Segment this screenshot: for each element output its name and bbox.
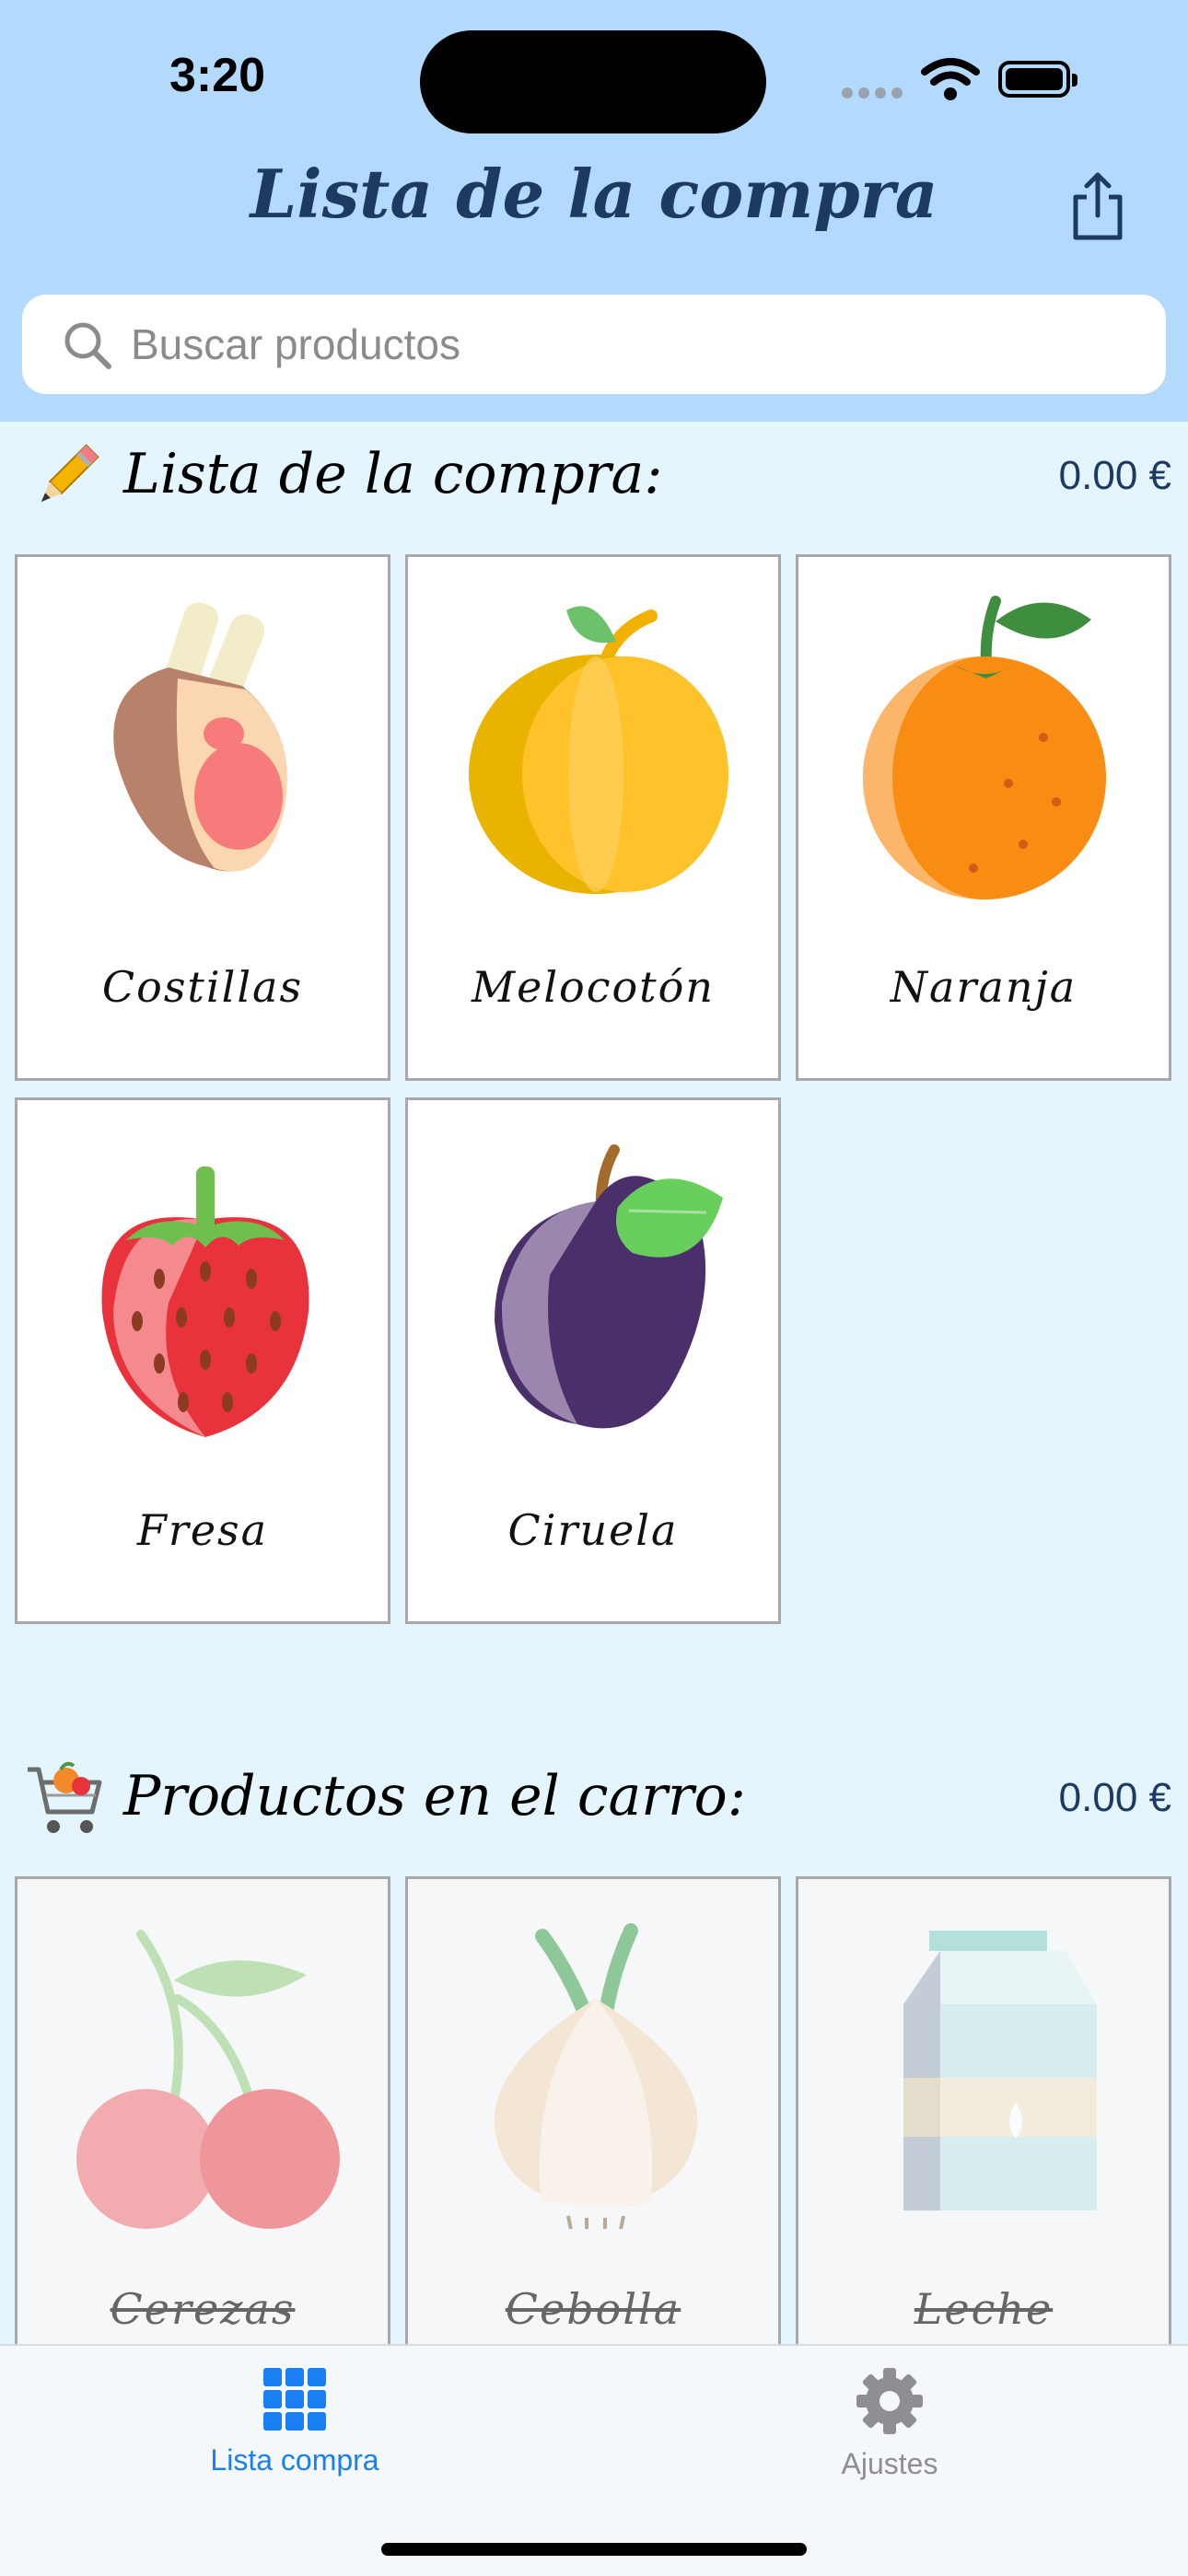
home-indicator bbox=[381, 2543, 807, 2556]
onion-icon bbox=[494, 1923, 698, 2229]
battery-icon bbox=[998, 61, 1077, 98]
cart-product-card[interactable]: Cebolla bbox=[405, 1876, 781, 2403]
product-card[interactable]: Ciruela bbox=[405, 1097, 781, 1624]
peach-icon bbox=[469, 606, 728, 894]
strawberry-icon bbox=[101, 1166, 309, 1437]
cart-total: 0.00 € bbox=[1058, 1775, 1171, 1820]
cart-icon bbox=[28, 1761, 102, 1833]
product-label: Cerezas bbox=[110, 2284, 296, 2334]
product-label: Ciruela bbox=[507, 1505, 679, 1555]
pencil-icon bbox=[41, 444, 99, 503]
shopping-list-header: Lista de la compra: 0.00 € bbox=[0, 429, 1188, 521]
cart-product-card[interactable]: Leche bbox=[796, 1876, 1171, 2403]
tab-bar: Lista compra Ajustes bbox=[0, 2344, 1188, 2576]
product-card[interactable]: Costillas bbox=[15, 554, 390, 1081]
product-label: Costillas bbox=[101, 962, 304, 1012]
cart-title: Productos en el carro: bbox=[123, 1764, 746, 1828]
ribs-icon bbox=[113, 602, 287, 872]
search-icon bbox=[64, 322, 111, 369]
search-bar[interactable] bbox=[22, 295, 1166, 394]
product-card[interactable]: Fresa bbox=[15, 1097, 390, 1624]
cherries-icon bbox=[76, 1930, 340, 2229]
plum-icon bbox=[495, 1144, 723, 1429]
milk-icon bbox=[903, 1931, 1097, 2210]
product-card[interactable]: Naranja bbox=[796, 554, 1171, 1081]
product-label: Leche bbox=[914, 2284, 1054, 2334]
cart-header: Productos en el carro: 0.00 € bbox=[0, 1751, 1188, 1843]
tab-label: Lista compra bbox=[210, 2443, 379, 2477]
product-label: Cebolla bbox=[505, 2284, 681, 2334]
status-time: 3:20 bbox=[169, 49, 266, 102]
product-label: Naranja bbox=[890, 962, 1077, 1012]
wifi-icon bbox=[921, 58, 980, 100]
search-input[interactable] bbox=[131, 317, 1125, 372]
cellular-signal-icon bbox=[842, 85, 908, 102]
tab-ajustes[interactable]: Ajustes bbox=[751, 2366, 1028, 2495]
tab-label: Ajustes bbox=[841, 2447, 938, 2480]
share-icon[interactable] bbox=[1068, 169, 1127, 243]
shopping-list-total: 0.00 € bbox=[1058, 453, 1171, 498]
product-label: Melocotón bbox=[472, 962, 715, 1012]
grid-icon bbox=[263, 2368, 326, 2431]
dynamic-island bbox=[420, 30, 766, 133]
product-label: Fresa bbox=[136, 1505, 269, 1555]
cart-product-card[interactable]: Cerezas bbox=[15, 1876, 390, 2403]
shopping-list-title: Lista de la compra: bbox=[123, 442, 663, 506]
page-title: Lista de la compra bbox=[250, 155, 938, 233]
gear-icon bbox=[856, 2368, 923, 2434]
orange-icon bbox=[863, 596, 1106, 899]
tab-lista-compra[interactable]: Lista compra bbox=[157, 2366, 433, 2495]
header: 3:20 Lista de la compra bbox=[0, 0, 1188, 422]
product-card[interactable]: Melocotón bbox=[405, 554, 781, 1081]
